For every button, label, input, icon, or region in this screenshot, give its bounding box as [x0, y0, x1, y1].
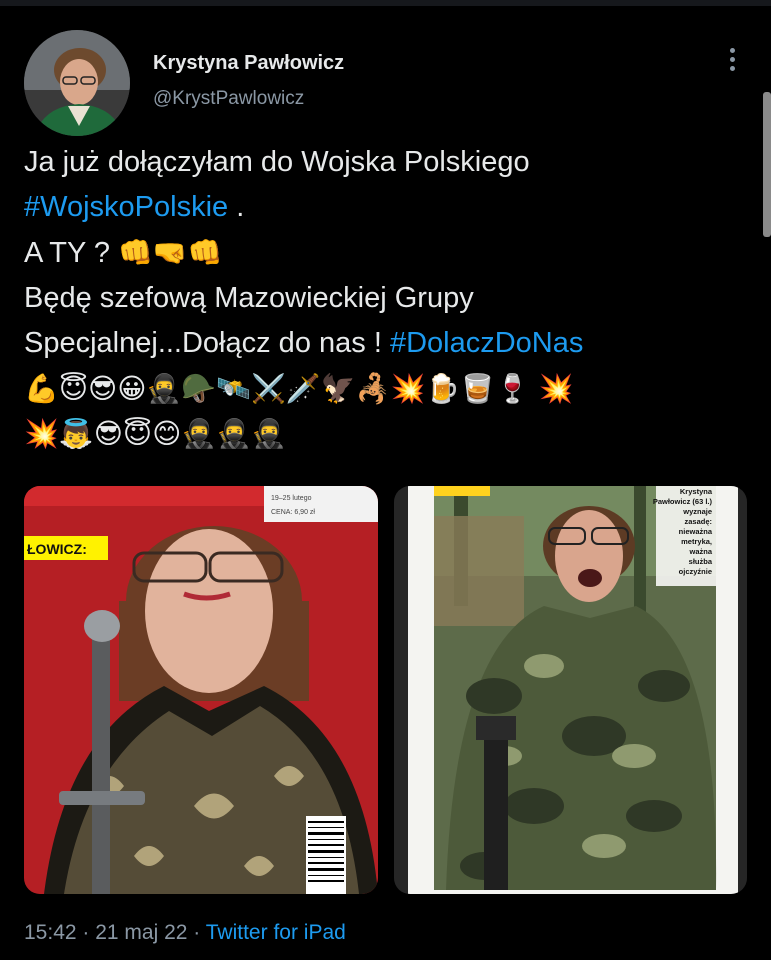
- tweet-line-5: Specjalnej...Dołącz do nas ! #DolaczDoNa…: [24, 321, 744, 366]
- author-handle[interactable]: @KrystPawlowicz: [153, 88, 304, 110]
- tweet-line-3: A TY ? 👊🤜👊: [24, 230, 744, 276]
- emoji-row-2: 💥👼😎😇😊🥷🥷🥷: [24, 417, 286, 450]
- cover-date: 19–25 lutego: [271, 495, 312, 502]
- tweet-text: Ja już dołączyłam do Wojska Polskiego #W…: [24, 140, 744, 456]
- clip-caption-6: metryka,: [681, 537, 712, 546]
- tweet-date[interactable]: 21 maj 22: [95, 921, 187, 944]
- tweet-image-2[interactable]: Krystyna Pawłowicz (63 l.) wyznaje zasad…: [394, 486, 747, 894]
- tweet-line-2: #WojskoPolskie .: [24, 185, 744, 230]
- clip-caption-4: zasadę:: [684, 517, 712, 526]
- clip-caption-3: wyznaje: [682, 507, 712, 516]
- tweet-image-1[interactable]: 19–25 lutego CENA: 6,90 zł ŁOWICZ:: [24, 486, 378, 894]
- hashtag-wojsko-polskie[interactable]: #WojskoPolskie: [24, 191, 228, 223]
- fist-emoji-group: 👊🤜👊: [118, 236, 223, 269]
- cover-caption: ŁOWICZ:: [27, 541, 87, 557]
- tweet-line-4: Będę szefową Mazowieckiej Grupy: [24, 282, 474, 314]
- line-3-text: A TY ?: [24, 237, 110, 269]
- more-options-icon[interactable]: [722, 48, 742, 74]
- emoji-row-1: 💪😇😎😀🥷🪖🛰️⚔️🗡️🦅🦂💥🍺🥃🍷 💥: [24, 372, 574, 405]
- avatar[interactable]: [24, 30, 130, 136]
- line-5-text: Specjalnej...Dołącz do nas !: [24, 327, 390, 359]
- hashtag-dolacz-do-nas[interactable]: #DolaczDoNas: [390, 327, 583, 359]
- cover-price: CENA: 6,90 zł: [271, 509, 315, 516]
- author-name[interactable]: Krystyna Pawłowicz: [153, 52, 344, 75]
- clip-caption-7: ważna: [688, 547, 712, 556]
- separator: ·: [76, 921, 96, 944]
- clip-caption-8: służba: [689, 557, 713, 566]
- clip-caption-1: Krystyna: [680, 487, 713, 496]
- clip-caption-9: ojczyźnie: [679, 567, 712, 576]
- tweet-line-1: Ja już dołączyłam do Wojska Polskiego: [24, 146, 530, 178]
- tweet-timestamp: 15:42 · 21 maj 22 · Twitter for iPad: [24, 921, 346, 945]
- top-divider: [0, 0, 771, 6]
- scrollbar[interactable]: [763, 92, 771, 237]
- line-2-suffix: .: [228, 191, 245, 223]
- separator: ·: [187, 921, 206, 944]
- tweet-source-link[interactable]: Twitter for iPad: [206, 921, 346, 944]
- tweet-time[interactable]: 15:42: [24, 921, 77, 944]
- clip-caption-2: Pawłowicz (63 l.): [653, 497, 713, 506]
- clip-caption-5: nieważna: [679, 527, 713, 536]
